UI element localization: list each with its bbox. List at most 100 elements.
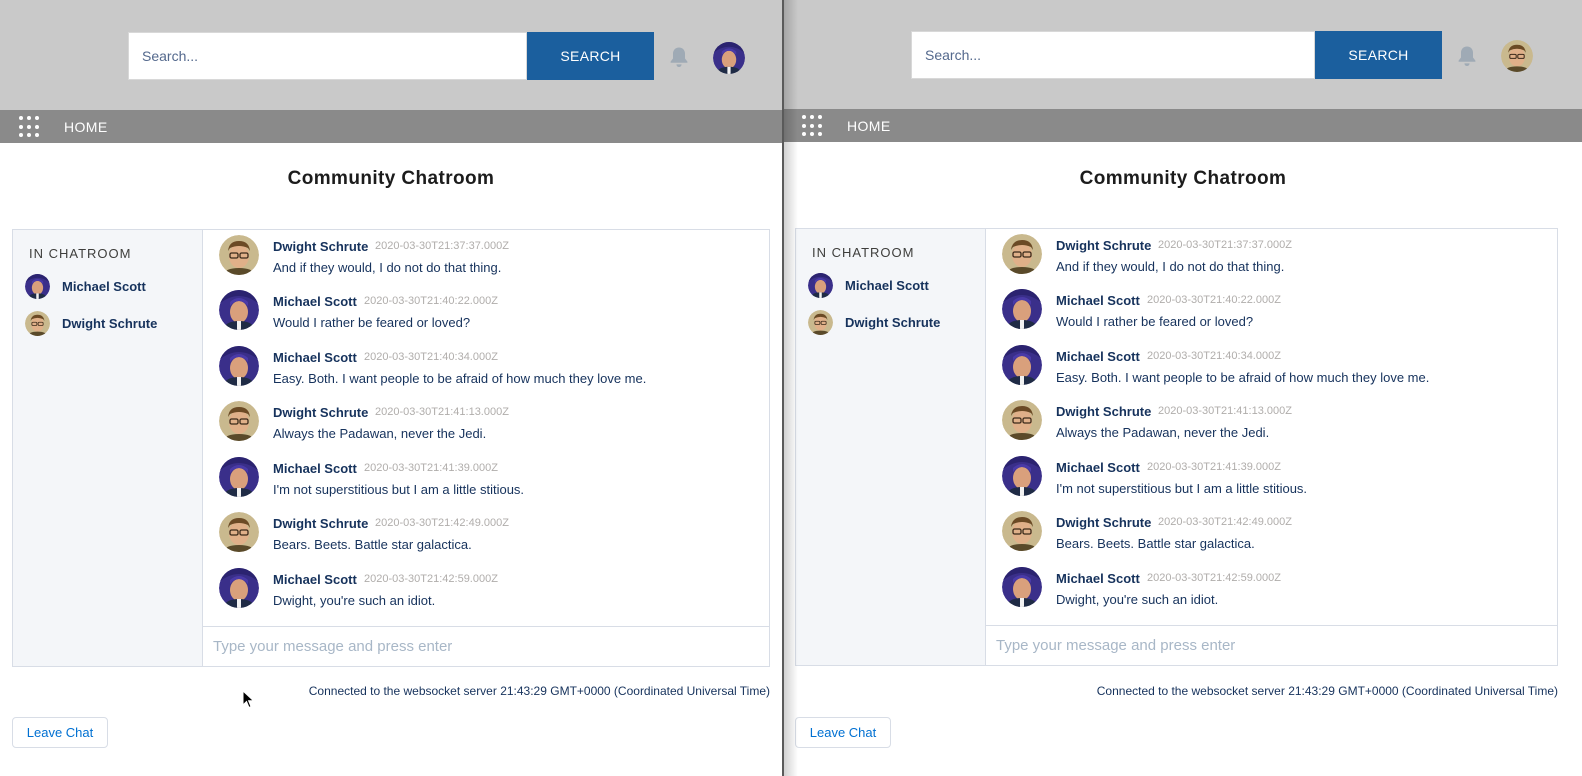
message-text: And if they would, I do not do that thin… xyxy=(273,260,502,275)
message-text: Always the Padawan, never the Jedi. xyxy=(273,426,487,441)
search-button[interactable]: SEARCH xyxy=(527,32,654,80)
chat-window-left: SEARCH HOME Community Chatroom IN CHATRO… xyxy=(0,0,782,776)
avatar-michael-icon xyxy=(219,457,259,497)
message-timestamp: 2020-03-30T21:41:13.000Z xyxy=(1158,405,1292,417)
message-text: And if they would, I do not do that thin… xyxy=(1056,259,1285,274)
message-timestamp: 2020-03-30T21:42:59.000Z xyxy=(1147,572,1281,584)
chat-panel: IN CHATROOM Michael Scott Dwight Schrute… xyxy=(795,228,1558,666)
chat-panel: IN CHATROOM Michael Scott Dwight Schrute… xyxy=(12,229,770,667)
message-text: Easy. Both. I want people to be afraid o… xyxy=(273,371,647,386)
message-timestamp: 2020-03-30T21:42:49.000Z xyxy=(1158,516,1292,528)
leave-chat-button[interactable]: Leave Chat xyxy=(795,717,891,748)
connection-status: Connected to the websocket server 21:43:… xyxy=(308,684,770,698)
message-timestamp: 2020-03-30T21:40:22.000Z xyxy=(364,295,498,307)
member-name: Dwight Schrute xyxy=(845,314,941,330)
avatar-dwight-icon xyxy=(25,310,50,336)
member-list: IN CHATROOM Michael Scott Dwight Schrute xyxy=(13,230,203,666)
member-list-title: IN CHATROOM xyxy=(812,245,915,260)
message-composer xyxy=(203,626,769,666)
search-button[interactable]: SEARCH xyxy=(1315,31,1442,79)
message-author: Dwight Schrute xyxy=(273,516,369,531)
avatar-michael-icon xyxy=(25,273,50,299)
message-author: Michael Scott xyxy=(1056,293,1140,308)
mouse-cursor-icon xyxy=(242,690,255,709)
message-text: Dwight, you're such an idiot. xyxy=(273,593,436,608)
message-author: Dwight Schrute xyxy=(1056,404,1152,419)
search-input[interactable] xyxy=(911,31,1315,79)
message-list: Dwight Schrute 2020-03-30T21:37:37.000Z … xyxy=(986,229,1557,626)
connection-status: Connected to the websocket server 21:43:… xyxy=(1096,684,1558,698)
app-launcher-icon[interactable] xyxy=(802,115,824,137)
avatar-michael-icon xyxy=(808,272,833,298)
message-author: Michael Scott xyxy=(1056,571,1140,586)
user-avatar[interactable] xyxy=(1501,40,1533,72)
member-item: Dwight Schrute xyxy=(808,309,940,335)
message-text: Dwight, you're such an idiot. xyxy=(1056,592,1219,607)
page-title: Community Chatroom xyxy=(287,168,495,189)
bell-icon[interactable] xyxy=(1457,45,1477,67)
avatar-dwight-icon xyxy=(219,512,259,552)
avatar-dwight-icon xyxy=(808,309,833,335)
message-composer xyxy=(986,625,1557,665)
message-text: I'm not superstitious but I am a little … xyxy=(1056,481,1308,496)
nav-home-link[interactable]: HOME xyxy=(847,118,891,134)
message-timestamp: 2020-03-30T21:42:59.000Z xyxy=(364,573,498,585)
avatar-dwight-icon xyxy=(219,401,259,441)
message-author: Michael Scott xyxy=(1056,460,1140,475)
avatar-michael-icon xyxy=(1002,289,1042,329)
page-title: Community Chatroom xyxy=(1079,168,1287,189)
header: SEARCH xyxy=(0,0,782,110)
message-timestamp: 2020-03-30T21:37:37.000Z xyxy=(1158,239,1292,251)
app-launcher-icon[interactable] xyxy=(19,116,41,138)
message-timestamp: 2020-03-30T21:40:34.000Z xyxy=(364,351,498,363)
message-timestamp: 2020-03-30T21:41:39.000Z xyxy=(1147,461,1281,473)
avatar-michael-icon xyxy=(1002,567,1042,607)
user-avatar[interactable] xyxy=(713,42,745,74)
message-text: Always the Padawan, never the Jedi. xyxy=(1056,425,1270,440)
member-list: IN CHATROOM Michael Scott Dwight Schrute xyxy=(796,229,986,665)
member-name: Dwight Schrute xyxy=(62,315,158,331)
member-item: Michael Scott xyxy=(808,272,929,298)
message-author: Dwight Schrute xyxy=(273,239,369,254)
nav-home-link[interactable]: HOME xyxy=(64,119,108,135)
avatar-michael-icon xyxy=(1002,456,1042,496)
message-list: Dwight Schrute 2020-03-30T21:37:37.000Z … xyxy=(203,230,769,627)
member-list-title: IN CHATROOM xyxy=(29,246,132,261)
message-author: Michael Scott xyxy=(273,350,357,365)
member-name: Michael Scott xyxy=(845,277,929,293)
message-text: Bears. Beets. Battle star galactica. xyxy=(273,537,472,552)
message-text: Would I rather be feared or loved? xyxy=(273,315,471,330)
avatar-michael-icon xyxy=(219,568,259,608)
message-text: I'm not superstitious but I am a little … xyxy=(273,482,525,497)
chat-window-right: SEARCH HOME Community Chatroom IN CHATRO… xyxy=(784,0,1582,776)
message-author: Dwight Schrute xyxy=(1056,515,1152,530)
avatar-michael-icon xyxy=(1002,345,1042,385)
message-text: Easy. Both. I want people to be afraid o… xyxy=(1056,370,1430,385)
avatar-dwight-icon xyxy=(1002,234,1042,274)
avatar-dwight-icon xyxy=(219,235,259,275)
message-text: Bears. Beets. Battle star galactica. xyxy=(1056,536,1255,551)
message-timestamp: 2020-03-30T21:42:49.000Z xyxy=(375,517,509,529)
leave-chat-button[interactable]: Leave Chat xyxy=(12,717,108,748)
message-author: Michael Scott xyxy=(273,461,357,476)
message-input[interactable] xyxy=(203,627,769,666)
header: SEARCH xyxy=(784,0,1582,110)
message-timestamp: 2020-03-30T21:40:34.000Z xyxy=(1147,350,1281,362)
bell-icon[interactable] xyxy=(669,46,689,68)
avatar-michael-icon xyxy=(219,346,259,386)
message-author: Dwight Schrute xyxy=(273,405,369,420)
message-timestamp: 2020-03-30T21:40:22.000Z xyxy=(1147,294,1281,306)
member-item: Michael Scott xyxy=(25,273,146,299)
navbar: HOME xyxy=(784,109,1582,142)
message-input[interactable] xyxy=(986,626,1557,665)
member-item: Dwight Schrute xyxy=(25,310,157,336)
avatar-dwight-icon xyxy=(1002,400,1042,440)
avatar-michael-icon xyxy=(219,290,259,330)
navbar: HOME xyxy=(0,110,782,143)
member-name: Michael Scott xyxy=(62,278,146,294)
message-text: Would I rather be feared or loved? xyxy=(1056,314,1254,329)
message-author: Michael Scott xyxy=(1056,349,1140,364)
avatar-dwight-icon xyxy=(1002,511,1042,551)
search-input[interactable] xyxy=(128,32,527,80)
message-timestamp: 2020-03-30T21:41:13.000Z xyxy=(375,406,509,418)
